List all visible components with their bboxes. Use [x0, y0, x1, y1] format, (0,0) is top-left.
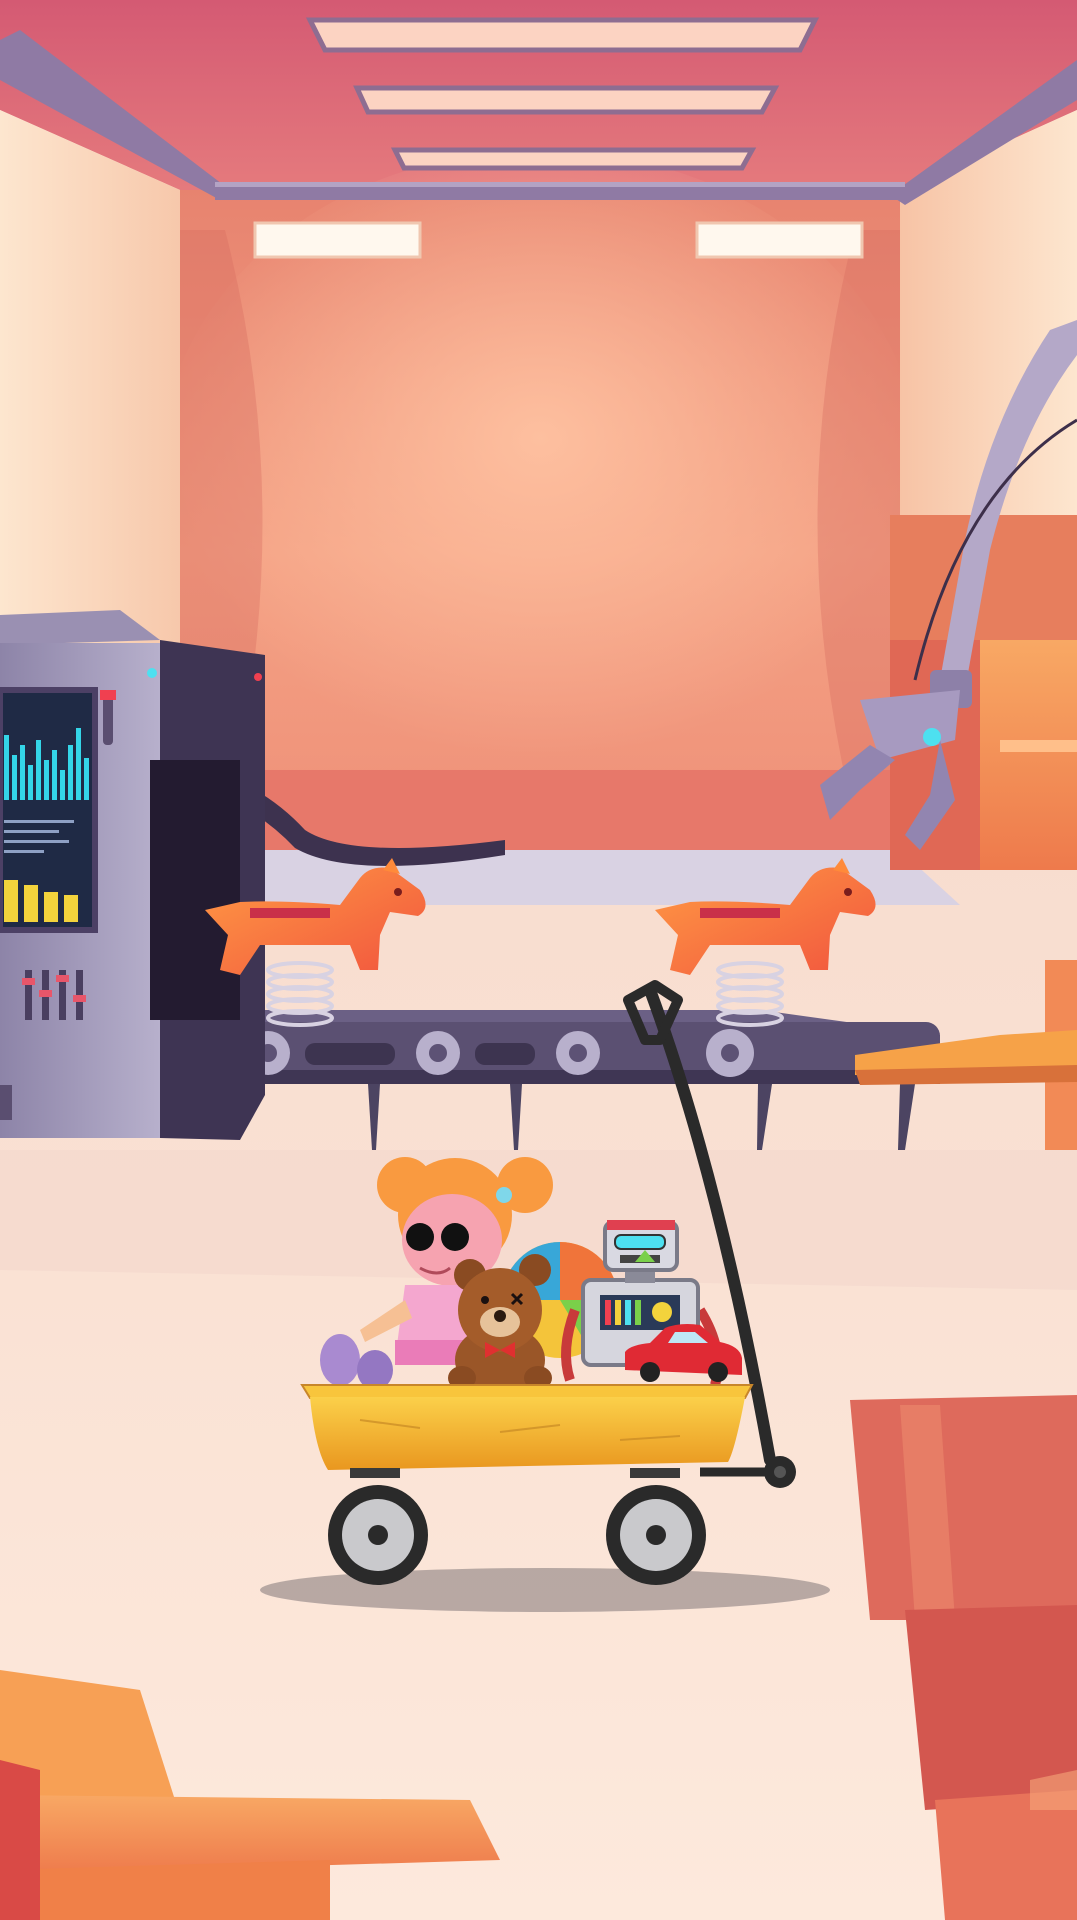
bear-eye	[481, 1296, 489, 1304]
horse-saddle	[700, 908, 780, 918]
control-machine	[0, 610, 265, 1140]
ceiling-light-panel	[390, 147, 757, 171]
wagon-shadow	[260, 1568, 830, 1612]
doll-hair-clip	[496, 1187, 512, 1203]
doll-eye	[406, 1223, 434, 1251]
wall-light-panel	[695, 221, 864, 259]
wagon-wheel	[606, 1485, 706, 1585]
car-wheel	[640, 1362, 660, 1382]
car-wheel	[708, 1362, 728, 1382]
horse-saddle	[250, 908, 330, 918]
wagon-wheel	[328, 1485, 428, 1585]
wall-light-panel	[253, 221, 422, 259]
toy-factory-scene	[0, 0, 1077, 1920]
scene-artwork	[0, 0, 1077, 1920]
claw-light	[923, 728, 941, 746]
teddy-bear	[448, 1254, 552, 1395]
wagon-bed	[310, 1397, 745, 1470]
ceiling-light-panel	[305, 17, 820, 53]
machine-opening	[150, 760, 240, 1020]
wagon-rim	[300, 1384, 754, 1399]
machine-vent	[0, 1085, 12, 1120]
doll-eye	[441, 1223, 469, 1251]
horse-eye	[394, 888, 402, 896]
doll-shoe	[320, 1334, 360, 1386]
beam-back-highlight	[215, 182, 905, 187]
robot-eyes	[614, 1234, 666, 1250]
ceiling-light-panel	[353, 85, 780, 115]
horse-eye	[844, 888, 852, 896]
machine-indicator-light	[254, 673, 262, 681]
machine-indicator-light	[147, 668, 157, 678]
